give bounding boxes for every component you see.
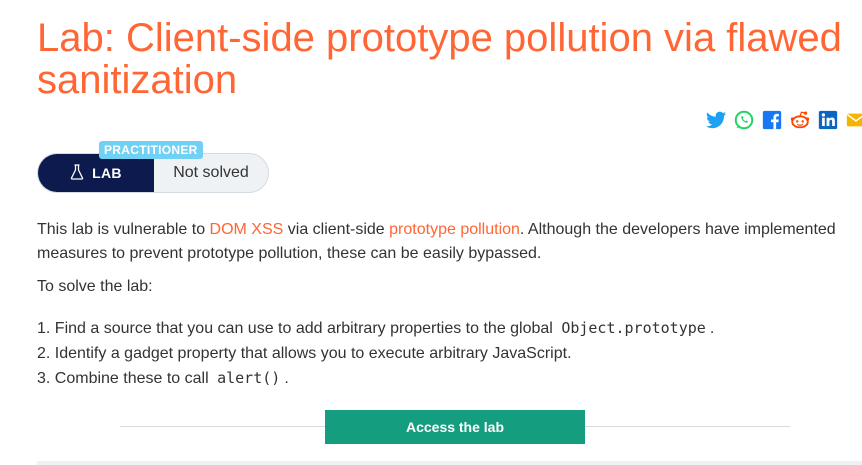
flask-icon (70, 163, 84, 183)
linkedin-icon[interactable] (817, 109, 839, 131)
code-snippet: Object.prototype (561, 319, 706, 337)
lab-page: Lab: Client-side prototype pollution via… (0, 0, 862, 465)
prototype-pollution-link[interactable]: prototype pollution (389, 221, 520, 238)
description-text: This lab is vulnerable to (37, 221, 210, 238)
solved-status: Not solved (173, 164, 249, 181)
lab-description: This lab is vulnerable to DOM XSS via cl… (37, 218, 847, 266)
solution-steps: 1. Find a source that you can use to add… (37, 316, 847, 391)
to-solve-heading: To solve the lab: (37, 278, 153, 295)
step-item: 1. Find a source that you can use to add… (37, 319, 715, 337)
facebook-icon[interactable] (761, 109, 783, 131)
dom-xss-link[interactable]: DOM XSS (210, 221, 284, 238)
lab-type-label: LAB (38, 154, 154, 192)
step-item: 2. Identify a gadget property that allow… (37, 345, 572, 362)
email-icon[interactable] (845, 109, 862, 131)
whatsapp-icon[interactable] (733, 109, 755, 131)
lab-type-text: LAB (92, 165, 122, 181)
share-bar (705, 109, 862, 131)
lab-status-pill: LAB Not solved (37, 153, 269, 193)
level-badge: PRACTITIONER (99, 141, 203, 159)
description-text: via client-side (283, 221, 390, 238)
page-title: Lab: Client-side prototype pollution via… (37, 16, 842, 102)
footer-band (37, 461, 862, 465)
access-lab-button[interactable]: Access the lab (325, 410, 585, 444)
code-snippet: alert() (217, 369, 281, 387)
twitter-icon[interactable] (705, 109, 727, 131)
step-item: 3. Combine these to call alert(). (37, 369, 289, 387)
reddit-icon[interactable] (789, 109, 811, 131)
